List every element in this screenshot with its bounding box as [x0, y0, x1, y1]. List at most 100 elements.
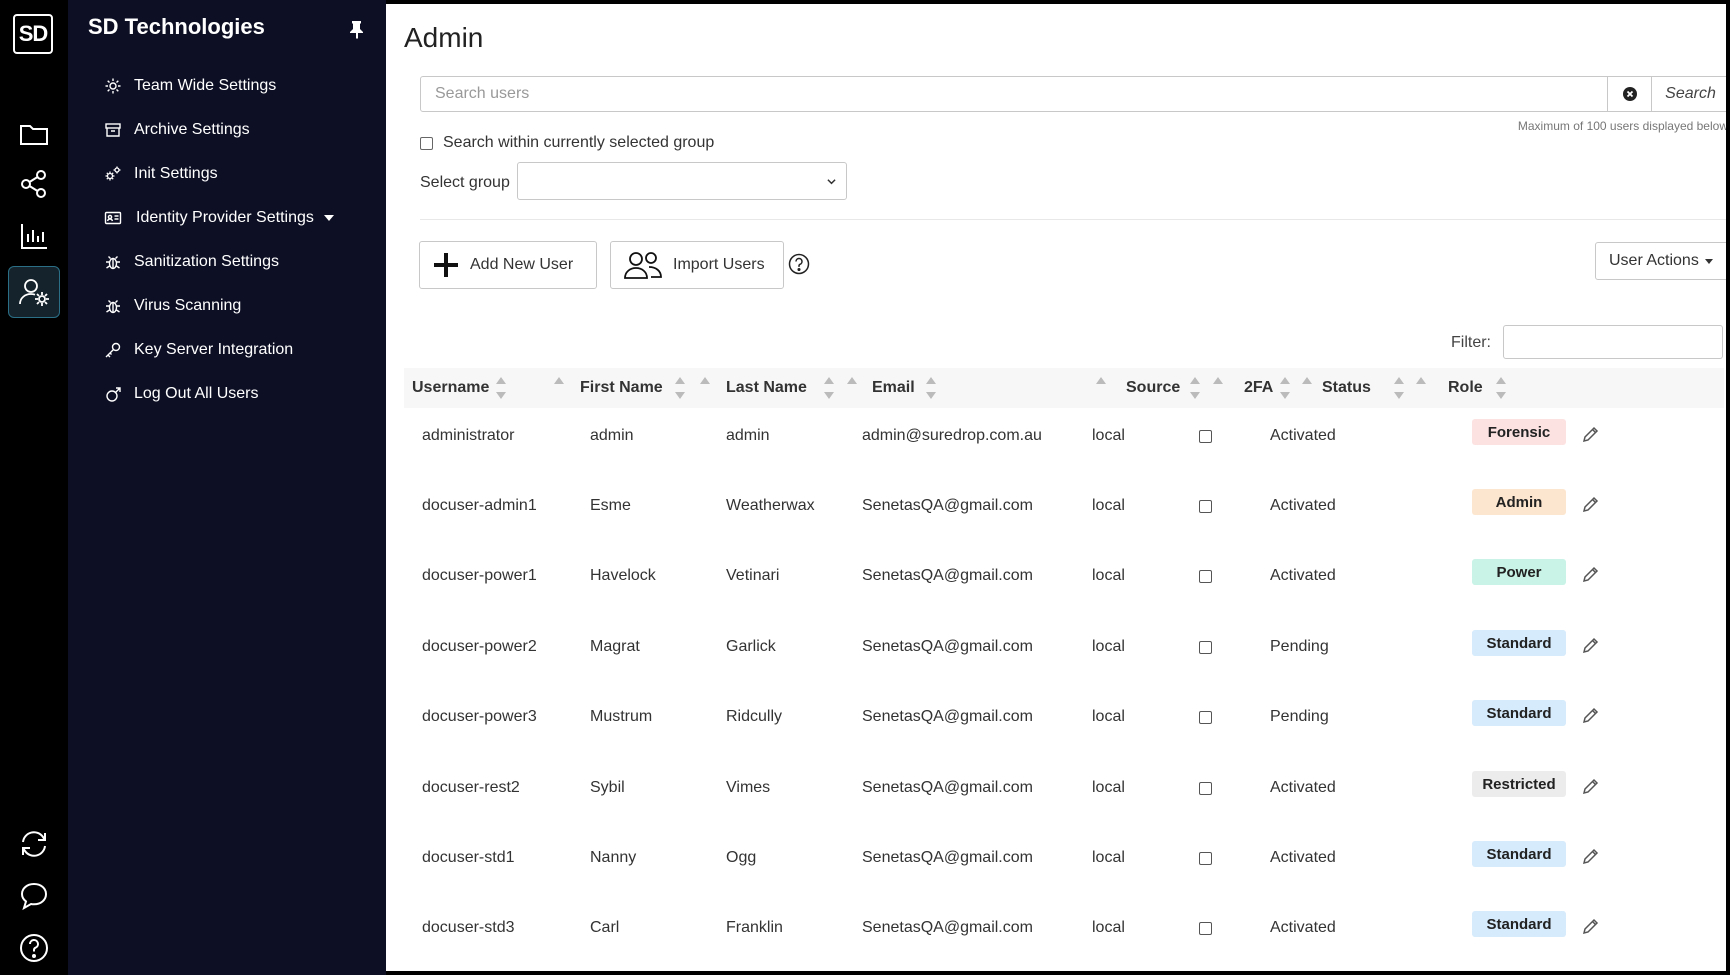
cell-source: local — [1092, 638, 1125, 655]
cell-first: Carl — [590, 919, 620, 936]
clear-search-button[interactable] — [1608, 76, 1652, 112]
cell-last: Franklin — [726, 919, 783, 936]
edit-pencil-icon[interactable] — [1581, 846, 1601, 866]
sidebar-item-init-settings[interactable]: Init Settings — [104, 159, 218, 189]
table-row[interactable]: docuser-admin1 Esme Weatherwax SenetasQA@gm… — [404, 473, 1724, 543]
filter-input[interactable] — [1503, 325, 1723, 359]
table-row[interactable]: docuser-std1 Nanny Ogg SenetasQA@gmail.com l… — [404, 825, 1724, 895]
sort-icon[interactable] — [1190, 377, 1200, 401]
cell-email: admin@suredrop.com.au — [862, 427, 1042, 444]
bar-chart-icon — [21, 224, 47, 249]
role-badge: Standard — [1472, 911, 1566, 937]
sort-icon[interactable] — [675, 377, 685, 401]
table-row[interactable]: docuser-std3 Carl Franklin SenetasQA@gmail.… — [404, 895, 1724, 965]
cell-username: docuser-admin1 — [422, 497, 537, 514]
share-nav-button[interactable] — [8, 158, 60, 210]
2fa-checkbox[interactable] — [1199, 641, 1212, 654]
column-header-email[interactable]: Email — [872, 379, 915, 397]
sidebar-item-identity-provider-settings[interactable]: Identity Provider Settings — [104, 203, 334, 233]
sort-icon[interactable] — [1213, 377, 1223, 401]
2fa-checkbox[interactable] — [1199, 852, 1212, 865]
search-button[interactable]: Search — [1652, 76, 1726, 112]
sort-icon[interactable] — [1280, 377, 1290, 401]
table-row[interactable]: docuser-power3 Mustrum Ridcully SenetasQA@g… — [404, 684, 1724, 754]
help-icon[interactable] — [788, 253, 810, 275]
table-row[interactable]: docuser-power1 Havelock Vetinari SenetasQA@… — [404, 543, 1724, 613]
search-within-group-checkbox[interactable]: Search within currently selected group — [420, 134, 714, 152]
sidebar-item-sanitization-settings[interactable]: Sanitization Settings — [104, 247, 279, 277]
sidebar-item-virus-scanning[interactable]: Virus Scanning — [104, 291, 241, 321]
select-group-label: Select group — [420, 174, 510, 191]
sort-icon[interactable] — [1496, 377, 1506, 401]
cell-source: local — [1092, 497, 1125, 514]
edit-pencil-icon[interactable] — [1581, 635, 1601, 655]
table-header: Username First Name Last Name Email Sour… — [404, 368, 1724, 408]
2fa-checkbox[interactable] — [1199, 430, 1212, 443]
cell-username: docuser-rest2 — [422, 779, 520, 796]
cell-source: local — [1092, 919, 1125, 936]
column-header-last-name[interactable]: Last Name — [726, 379, 807, 397]
column-header-role[interactable]: Role — [1448, 379, 1483, 397]
sidebar-item-archive-settings[interactable]: Archive Settings — [104, 115, 250, 145]
sidebar-item-team-wide-settings[interactable]: Team Wide Settings — [104, 71, 276, 101]
edit-pencil-icon[interactable] — [1581, 494, 1601, 514]
2fa-checkbox[interactable] — [1199, 782, 1212, 795]
2fa-checkbox[interactable] — [1199, 500, 1212, 513]
sort-icon[interactable] — [700, 377, 710, 401]
cell-email: SenetasQA@gmail.com — [862, 638, 1033, 655]
column-header-source[interactable]: Source — [1126, 379, 1180, 397]
sidebar-item-key-server-integration[interactable]: Key Server Integration — [104, 335, 293, 365]
sync-button[interactable] — [8, 818, 60, 870]
sort-icon[interactable] — [1096, 377, 1106, 401]
cell-source: local — [1092, 708, 1125, 725]
icon-rail: SD — [0, 0, 68, 975]
edit-pencil-icon[interactable] — [1581, 424, 1601, 444]
import-users-button[interactable]: Import Users — [610, 241, 784, 289]
cell-source: local — [1092, 567, 1125, 584]
cell-username: administrator — [422, 427, 515, 444]
column-header-2fa[interactable]: 2FA — [1244, 379, 1273, 397]
id-card-icon — [104, 211, 122, 225]
column-header-first-name[interactable]: First Name — [580, 379, 663, 397]
select-group-dropdown[interactable] — [517, 162, 847, 200]
pin-icon[interactable] — [346, 18, 368, 40]
sort-icon[interactable] — [1416, 377, 1426, 401]
chat-button[interactable] — [8, 870, 60, 922]
column-header-username[interactable]: Username — [412, 379, 489, 397]
sidebar-item-label: Archive Settings — [134, 121, 250, 138]
sidebar-item-log-out-all-users[interactable]: Log Out All Users — [104, 379, 259, 409]
gear-icon — [105, 78, 121, 94]
table-row[interactable]: docuser-rest2 Sybil Vimes SenetasQA@gmail.c… — [404, 755, 1724, 825]
sort-icon[interactable] — [926, 377, 936, 401]
help-button[interactable] — [8, 922, 60, 974]
checkbox[interactable] — [420, 136, 433, 150]
table-row[interactable]: administrator admin admin admin@suredrop.co… — [404, 403, 1724, 473]
bug-icon — [106, 256, 120, 270]
add-new-user-button[interactable]: Add New User — [419, 241, 597, 289]
admin-nav-button[interactable] — [8, 266, 60, 318]
sort-icon[interactable] — [1394, 377, 1404, 401]
table-row[interactable]: docuser-power2 Magrat Garlick SenetasQA@gma… — [404, 614, 1724, 684]
role-badge: Forensic — [1472, 419, 1566, 445]
files-nav-button[interactable] — [8, 108, 60, 160]
sort-icon[interactable] — [847, 377, 857, 401]
sort-icon[interactable] — [496, 377, 506, 401]
user-actions-dropdown[interactable]: User Actions — [1595, 242, 1726, 280]
edit-pencil-icon[interactable] — [1581, 705, 1601, 725]
cell-last: Vimes — [726, 779, 771, 796]
reports-nav-button[interactable] — [8, 210, 60, 262]
page-title: Admin — [404, 22, 484, 53]
2fa-checkbox[interactable] — [1199, 711, 1212, 724]
sort-icon[interactable] — [1302, 377, 1312, 401]
edit-pencil-icon[interactable] — [1581, 916, 1601, 936]
chevron-down-icon — [323, 215, 334, 221]
sort-icon[interactable] — [824, 377, 834, 401]
key-icon — [105, 342, 121, 358]
edit-pencil-icon[interactable] — [1581, 776, 1601, 796]
2fa-checkbox[interactable] — [1199, 922, 1212, 935]
2fa-checkbox[interactable] — [1199, 570, 1212, 583]
edit-pencil-icon[interactable] — [1581, 564, 1601, 584]
column-header-status[interactable]: Status — [1322, 379, 1371, 397]
search-input[interactable] — [420, 76, 1608, 112]
sort-icon[interactable] — [554, 377, 564, 401]
